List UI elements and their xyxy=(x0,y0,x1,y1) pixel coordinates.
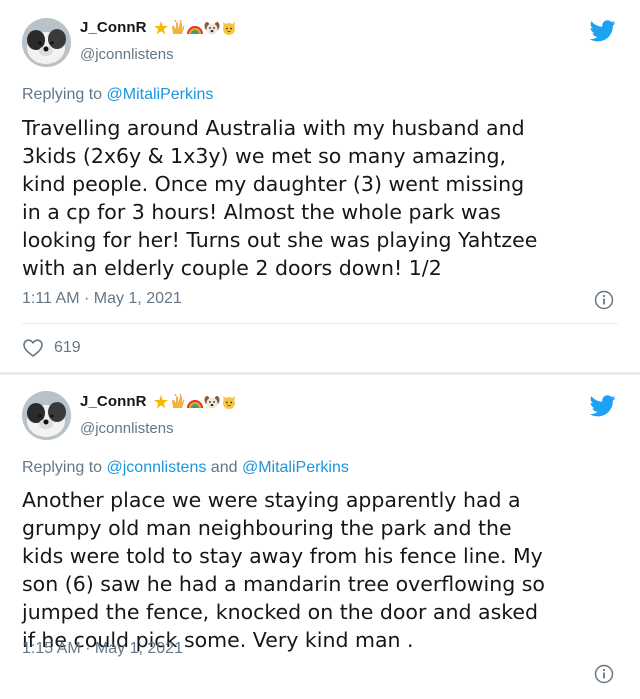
author-row: J_ConnR xyxy=(80,19,237,36)
tweet-text-line: kind people. Once my daughter (3) went m… xyxy=(22,172,525,196)
tweet-text-line: son (6) saw he had a mandarin tree overf… xyxy=(22,572,545,596)
tweet-timestamp[interactable]: 1:11 AM · May 1, 2021 xyxy=(22,290,182,308)
rainbow-icon xyxy=(186,399,203,408)
mention-link[interactable]: @MitaliPerkins xyxy=(242,459,349,476)
tweet-timestamp[interactable]: 1:15 AM · May 1, 2021 xyxy=(22,640,183,658)
name-emojis xyxy=(153,393,237,410)
cat-face-icon xyxy=(222,395,235,409)
replying-joiner: and xyxy=(210,459,238,476)
author-row: J_ConnR xyxy=(80,393,237,410)
tweet-text: Another place we were staying apparently… xyxy=(22,486,622,654)
display-name[interactable]: J_ConnR xyxy=(80,393,147,410)
twitter-bird-icon[interactable] xyxy=(590,395,616,417)
tweet-text-line: grumpy old man neighbouring the park and… xyxy=(22,516,512,540)
avatar-image xyxy=(22,18,71,67)
tweet-text-line: in a cp for 3 hours! Almost the whole pa… xyxy=(22,200,501,224)
info-icon[interactable] xyxy=(594,664,614,684)
replying-prefix: Replying to xyxy=(22,459,103,476)
avatar[interactable] xyxy=(22,391,71,440)
tweet-card[interactable]: J_ConnR @jconnlistens Replying to @jconn… xyxy=(0,375,640,699)
replying-prefix: Replying to xyxy=(22,86,103,103)
avatar-image xyxy=(22,391,71,440)
tweet-text-line: Travelling around Australia with my husb… xyxy=(22,116,525,140)
rainbow-icon xyxy=(186,25,203,34)
cat-face-icon xyxy=(222,21,235,35)
sparkle-star-icon xyxy=(153,394,168,408)
twitter-bird-icon[interactable] xyxy=(590,20,616,42)
replying-to: Replying to @MitaliPerkins xyxy=(22,86,213,104)
raised-hands-icon xyxy=(171,19,184,34)
dog-face-icon xyxy=(204,395,220,408)
tweet-text: Travelling around Australia with my husb… xyxy=(22,114,622,282)
divider xyxy=(22,323,618,324)
like-count: 619 xyxy=(54,339,81,356)
like-action[interactable]: 619 xyxy=(22,338,81,358)
mention-link[interactable]: @jconnlistens xyxy=(107,459,207,476)
sparkle-star-icon xyxy=(153,20,168,34)
display-name[interactable]: J_ConnR xyxy=(80,19,147,36)
author-handle[interactable]: @jconnlistens xyxy=(80,46,174,63)
info-icon[interactable] xyxy=(594,290,614,310)
name-emojis xyxy=(153,19,237,36)
tweet-text-line: kids were told to stay away from his fen… xyxy=(22,544,543,568)
avatar[interactable] xyxy=(22,18,71,67)
dog-face-icon xyxy=(204,21,220,34)
tweet-text-line: Another place we were staying apparently… xyxy=(22,488,521,512)
replying-to: Replying to @jconnlistens and @MitaliPer… xyxy=(22,459,349,477)
raised-hands-icon xyxy=(171,393,184,408)
tweet-text-line: with an elderly couple 2 doors down! 1/2 xyxy=(22,256,442,280)
tweet-text-line: 3kids (2x6y & 1x3y) we met so many amazi… xyxy=(22,144,507,168)
mention-link[interactable]: @MitaliPerkins xyxy=(107,86,214,103)
tweet-card[interactable]: J_ConnR @jconnlistens Replying to @Mital… xyxy=(0,0,640,372)
author-handle[interactable]: @jconnlistens xyxy=(80,420,174,437)
tweet-text-line: looking for her! Turns out she was playi… xyxy=(22,228,538,252)
tweet-text-line: jumped the fence, knocked on the door an… xyxy=(22,600,539,624)
heart-icon[interactable] xyxy=(22,338,44,358)
